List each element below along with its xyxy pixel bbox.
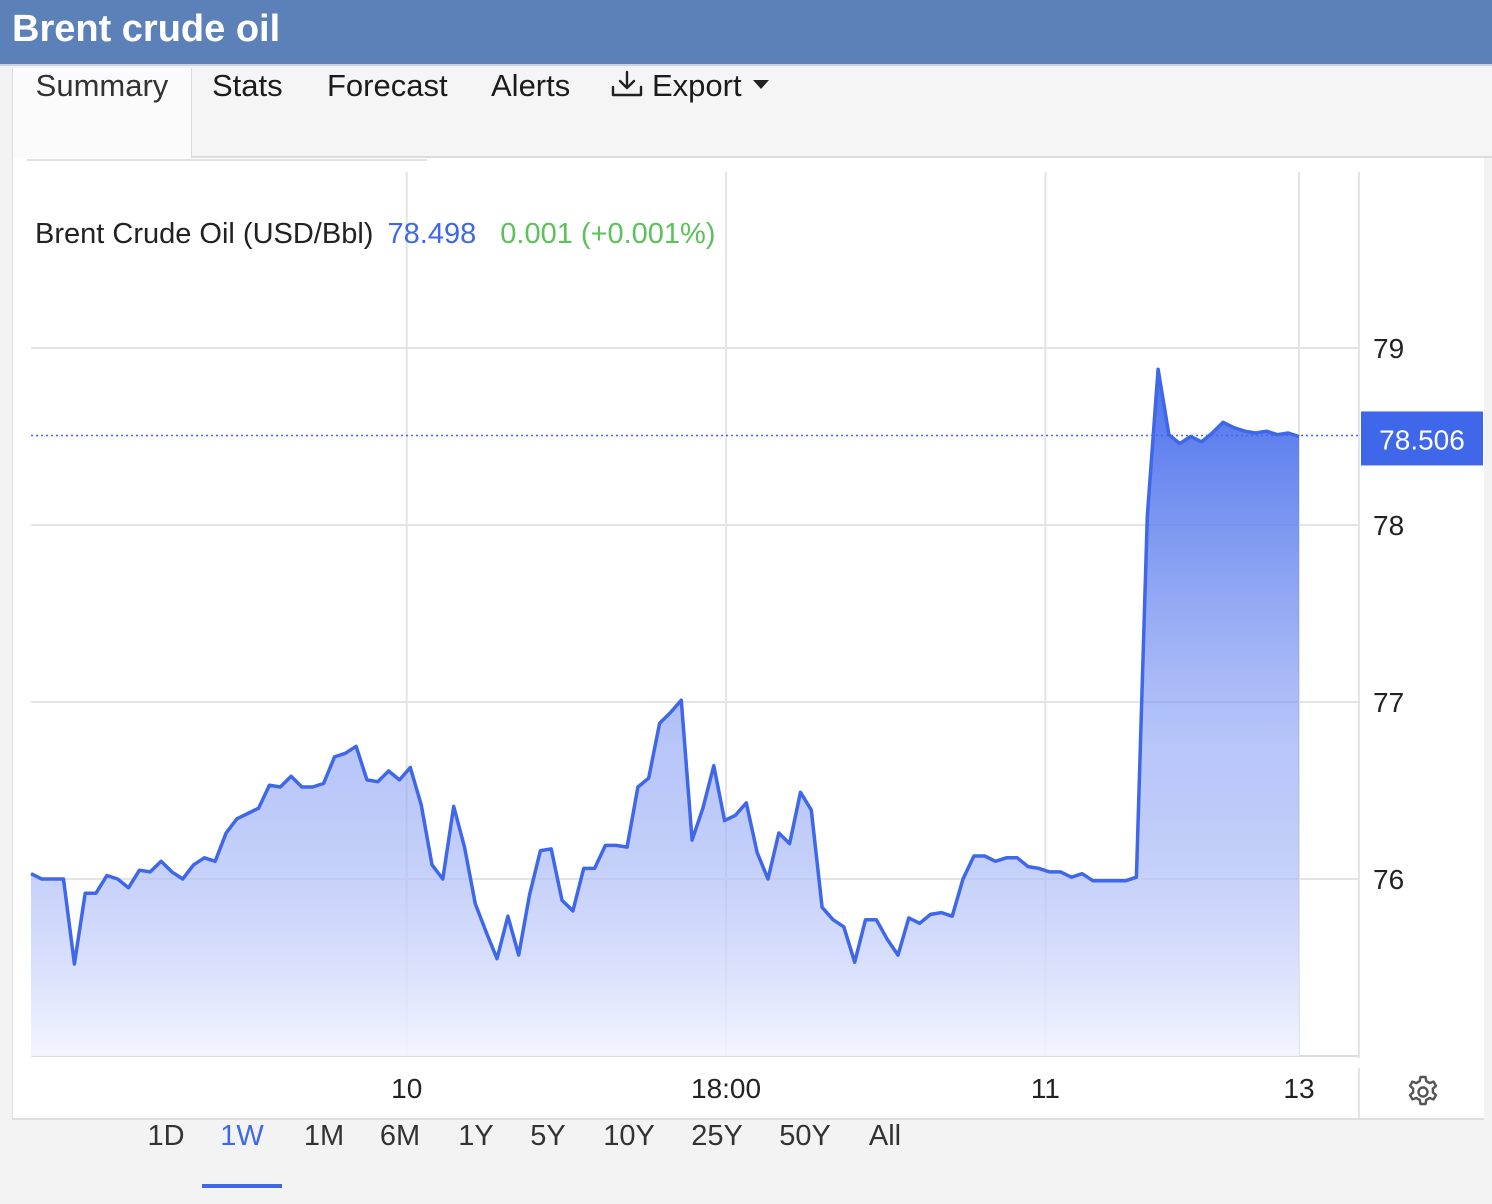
range-6m-label: 6M	[379, 1120, 421, 1152]
range-1y[interactable]: 1Y	[448, 1120, 504, 1190]
active-range-underline	[202, 1184, 282, 1188]
legend-series-name: Brent Crude Oil (USD/Bbl)	[35, 218, 374, 250]
tab-forecast[interactable]: Forecast	[327, 68, 448, 156]
range-50y[interactable]: 50Y	[772, 1120, 838, 1190]
range-25y[interactable]: 25Y	[684, 1120, 750, 1190]
range-1m[interactable]: 1M	[294, 1120, 354, 1190]
range-all-label: All	[868, 1120, 902, 1152]
range-50y-label: 50Y	[779, 1120, 831, 1152]
range-6m[interactable]: 6M	[370, 1120, 430, 1190]
tab-forecast-label: Forecast	[327, 68, 448, 103]
range-1w[interactable]: 1W	[212, 1120, 272, 1190]
tab-stats-label: Stats	[212, 68, 283, 103]
tab-summary[interactable]: Summary	[12, 68, 192, 158]
y-tick-label-79: 79	[1373, 333, 1404, 364]
chart-panel: 76 77 78 79 10 18:00 11 13 78.506 Brent Crude O…	[12, 158, 1484, 1118]
series-area	[31, 369, 1299, 1056]
tab-alerts[interactable]: Alerts	[491, 68, 570, 156]
tab-summary-label: Summary	[35, 68, 169, 103]
x-tick-label-3: 13	[1283, 1073, 1314, 1104]
range-1m-label: 1M	[303, 1120, 345, 1152]
range-selector: 1D 1W 1M 6M 1Y 5Y 10Y 25Y 50Y All	[12, 1118, 1484, 1188]
tab-stats[interactable]: Stats	[212, 68, 283, 156]
range-25y-label: 25Y	[691, 1120, 743, 1152]
last-value-label: 78.506	[1379, 424, 1465, 455]
chart-legend: Brent Crude Oil (USD/Bbl) 78.498 0.001 (…	[35, 216, 716, 252]
page-title: Brent crude oil	[12, 8, 281, 50]
range-5y-label: 5Y	[530, 1120, 566, 1152]
tab-export[interactable]: Export	[610, 68, 770, 156]
range-all[interactable]: All	[858, 1120, 912, 1190]
tab-alerts-label: Alerts	[491, 68, 571, 103]
download-icon	[611, 70, 643, 97]
x-tick-label-0: 10	[391, 1073, 422, 1104]
area-layer	[30, 367, 1300, 1056]
x-tick-label-1: 18:00	[691, 1073, 761, 1104]
y-tick-label-78: 78	[1373, 510, 1404, 541]
price-chart[interactable]: 76 77 78 79 10 18:00 11 13 78.506	[13, 158, 1485, 1118]
tab-export-label: Export	[652, 68, 742, 103]
range-5y[interactable]: 5Y	[520, 1120, 576, 1190]
legend-change: 0.001 (+0.001%)	[500, 218, 716, 250]
title-bar: Brent crude oil	[0, 0, 1492, 66]
range-10y-label: 10Y	[603, 1120, 655, 1152]
y-tick-label-76: 76	[1373, 864, 1404, 895]
range-1d-label: 1D	[147, 1120, 185, 1152]
x-tick-label-2: 11	[1031, 1073, 1060, 1104]
legend-price: 78.498	[387, 218, 477, 250]
range-1w-label: 1W	[220, 1120, 264, 1152]
y-tick-label-77: 77	[1373, 687, 1404, 718]
range-1d[interactable]: 1D	[138, 1120, 194, 1190]
range-1y-label: 1Y	[458, 1120, 494, 1152]
range-10y[interactable]: 10Y	[596, 1120, 662, 1190]
tab-bar: Summary Stats Forecast Alerts Export	[12, 68, 1492, 158]
gear-icon[interactable]	[1405, 1074, 1441, 1110]
chevron-down-icon	[752, 79, 769, 89]
